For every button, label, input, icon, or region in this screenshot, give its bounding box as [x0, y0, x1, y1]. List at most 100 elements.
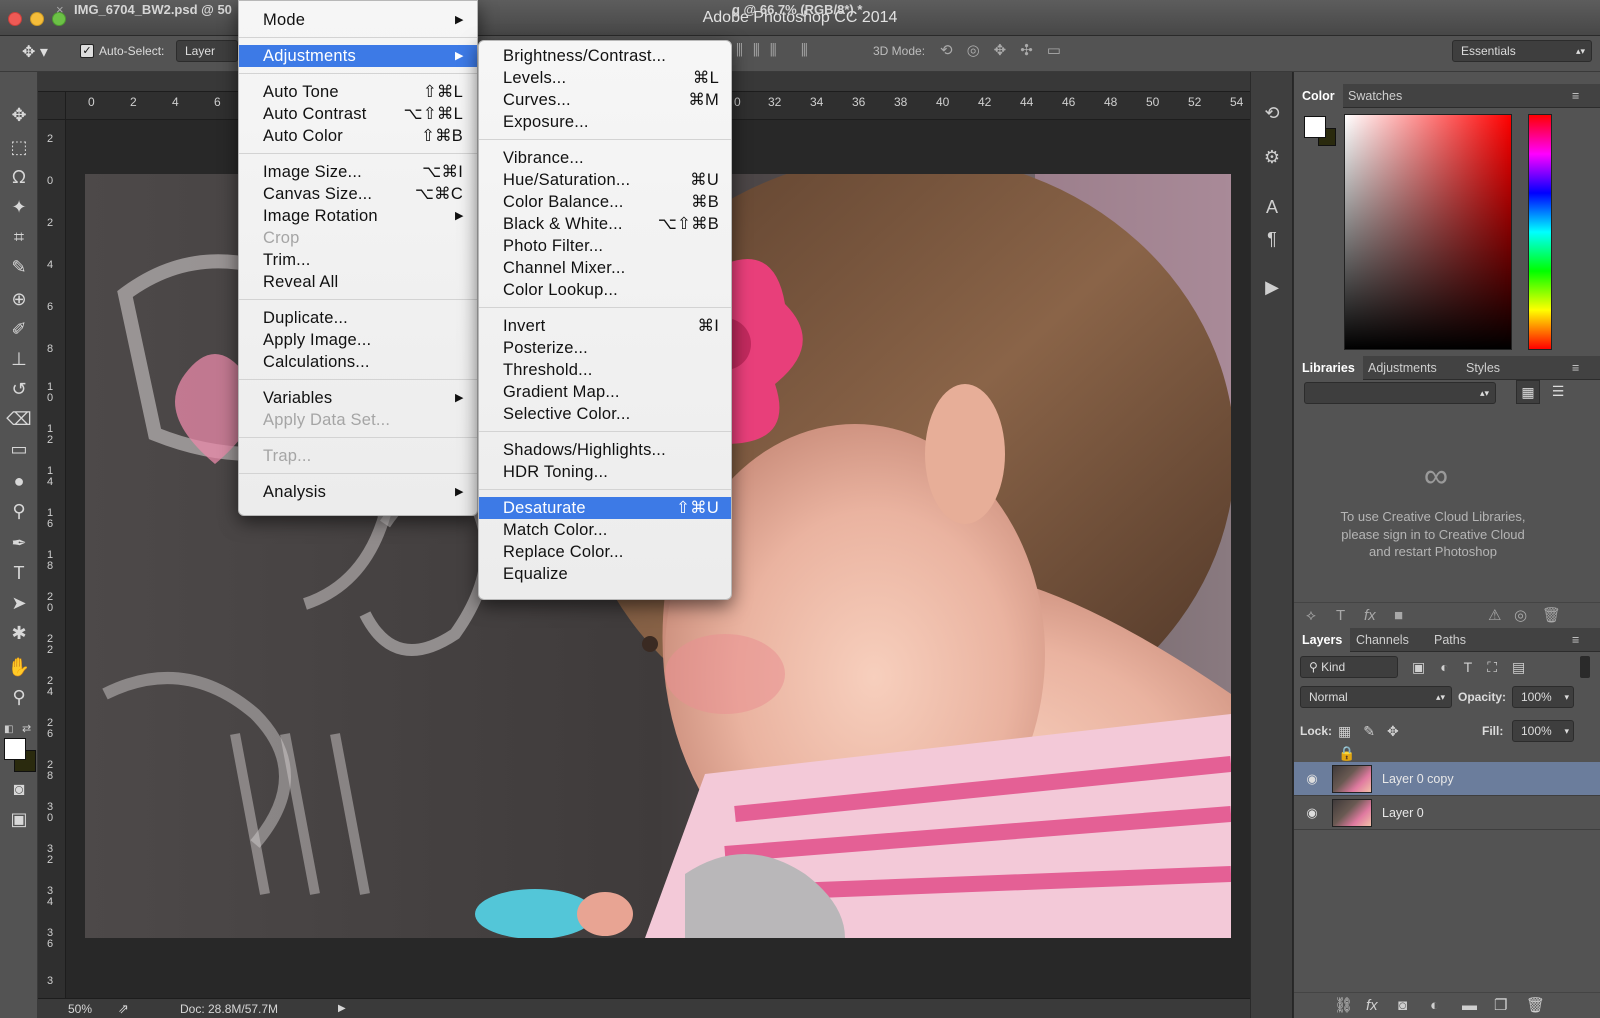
fg-color-swatch[interactable]	[1304, 116, 1326, 138]
link-layers-icon[interactable]: ⛓	[1334, 993, 1353, 1018]
layer-style-icon[interactable]: fx	[1366, 993, 1378, 1018]
grid-view-icon[interactable]: ▦	[1516, 380, 1540, 404]
properties-panel-icon[interactable]: ⚙	[1261, 146, 1283, 168]
auto-select-checkbox[interactable]: ✓	[80, 44, 94, 58]
adjustment-layer-icon[interactable]: ◐	[1430, 993, 1439, 1018]
menu-item-color-balance[interactable]: Color Balance... ⌘B	[479, 191, 731, 213]
menu-item-hue-saturation[interactable]: Hue/Saturation... ⌘U	[479, 169, 731, 191]
menu-item-invert[interactable]: Invert ⌘I	[479, 315, 731, 337]
layer-row[interactable]: ◉ Layer 0 copy	[1294, 762, 1600, 796]
sync-icon[interactable]: ◎	[1514, 603, 1527, 629]
menu-item-canvas-size[interactable]: Canvas Size... ⌥⌘C	[239, 183, 477, 205]
menu-item-selective-color[interactable]: Selective Color...	[479, 403, 731, 425]
menu-item-apply-image[interactable]: Apply Image...	[239, 329, 477, 351]
brush-tool-icon[interactable]: ✐	[6, 316, 32, 342]
move-tool-preset-icon[interactable]: ✥ ▾	[22, 42, 62, 64]
paragraph-panel-icon[interactable]: ¶	[1261, 228, 1283, 250]
workspace-switcher[interactable]: Essentials ▴▾	[1452, 40, 1592, 62]
type-tool-icon[interactable]: T	[6, 560, 32, 586]
fill-input[interactable]: 100% ▾	[1512, 720, 1574, 742]
export-icon[interactable]: ⇗	[118, 999, 129, 1018]
marquee-tool-icon[interactable]: ⬚	[6, 134, 32, 160]
quick-mask-icon[interactable]: ◙	[6, 776, 32, 802]
menu-item-levels[interactable]: Levels... ⌘L	[479, 67, 731, 89]
menu-item-image-rotation[interactable]: Image Rotation ▶	[239, 205, 477, 227]
menu-item-adjustments[interactable]: Adjustments ▶	[239, 45, 477, 67]
menu-item-black-white[interactable]: Black & White... ⌥⇧⌘B	[479, 213, 731, 235]
path-selection-tool-icon[interactable]: ➤	[6, 590, 32, 616]
zoom-tool-icon[interactable]: ⚲	[6, 684, 32, 710]
menu-item-threshold[interactable]: Threshold...	[479, 359, 731, 381]
menu-item-image-size[interactable]: Image Size... ⌥⌘I	[239, 161, 477, 183]
visibility-eye-icon[interactable]: ◉	[1304, 805, 1320, 821]
screen-mode-icon[interactable]: ▣	[6, 806, 32, 832]
library-select[interactable]: ▴▾	[1304, 382, 1496, 404]
auto-select-target-dropdown[interactable]: Layer	[176, 40, 238, 62]
clone-stamp-tool-icon[interactable]: ⊥	[6, 346, 32, 372]
eraser-tool-icon[interactable]: ⌫	[6, 406, 32, 432]
hue-slider[interactable]	[1528, 114, 1552, 350]
lasso-tool-icon[interactable]: ᘯ	[6, 164, 32, 190]
panel-menu-icon[interactable]: ≡	[1572, 628, 1579, 652]
panel-menu-icon[interactable]: ≡	[1572, 84, 1579, 108]
menu-item-gradient-map[interactable]: Gradient Map...	[479, 381, 731, 403]
blend-mode-dropdown[interactable]: Normal ▴▾	[1300, 686, 1452, 708]
menu-item-analysis[interactable]: Analysis ▶	[239, 481, 477, 503]
status-menu-arrow-icon[interactable]: ▶	[338, 999, 346, 1018]
default-colors-icon[interactable]: ◧	[4, 724, 18, 735]
filter-toggle[interactable]	[1580, 656, 1590, 678]
ruler-origin[interactable]	[38, 92, 66, 120]
menu-item-posterize[interactable]: Posterize...	[479, 337, 731, 359]
history-panel-icon[interactable]: ⟲	[1261, 102, 1283, 124]
shape-tool-icon[interactable]: ✱	[6, 620, 32, 646]
blur-tool-icon[interactable]: ●	[6, 468, 32, 494]
menu-item-trim[interactable]: Trim...	[239, 249, 477, 271]
visibility-eye-icon[interactable]: ◉	[1304, 771, 1320, 787]
menu-item-duplicate[interactable]: Duplicate...	[239, 307, 477, 329]
zoom-level[interactable]: 50%	[68, 999, 92, 1018]
add-text-icon[interactable]: T	[1336, 603, 1345, 629]
character-panel-icon[interactable]: A	[1261, 196, 1283, 218]
eyedropper-tool-icon[interactable]: ✎	[6, 254, 32, 280]
actions-panel-icon[interactable]: ▶	[1261, 276, 1283, 298]
document-tab-1[interactable]: IMG_6704_BW2.psd @ 50	[74, 0, 232, 20]
tab-color[interactable]: Color	[1294, 84, 1343, 108]
menu-item-shadows-highlights[interactable]: Shadows/Highlights...	[479, 439, 731, 461]
foreground-color-swatch[interactable]	[4, 738, 26, 760]
layer-filter-kind[interactable]: ⚲ Kind	[1300, 656, 1398, 678]
healing-brush-tool-icon[interactable]: ⊕	[6, 286, 32, 312]
menu-item-vibrance[interactable]: Vibrance...	[479, 147, 731, 169]
menu-item-mode[interactable]: Mode ▶	[239, 9, 477, 31]
dodge-tool-icon[interactable]: ⚲	[6, 498, 32, 524]
menu-item-curves[interactable]: Curves... ⌘M	[479, 89, 731, 111]
tab-styles[interactable]: Styles	[1458, 356, 1508, 380]
move-tool-icon[interactable]: ✥	[6, 102, 32, 128]
new-layer-icon[interactable]: ❐	[1494, 993, 1507, 1018]
menu-item-brightness-contrast[interactable]: Brightness/Contrast...	[479, 45, 731, 67]
3d-mode-icons[interactable]: ⟲◎✥✣▭	[940, 40, 1090, 62]
menu-item-channel-mixer[interactable]: Channel Mixer...	[479, 257, 731, 279]
menu-item-photo-filter[interactable]: Photo Filter...	[479, 235, 731, 257]
tab-adjustments[interactable]: Adjustments	[1360, 356, 1445, 380]
history-brush-tool-icon[interactable]: ↺	[6, 376, 32, 402]
panel-menu-icon[interactable]: ≡	[1572, 356, 1579, 380]
menu-item-hdr-toning[interactable]: HDR Toning...	[479, 461, 731, 483]
menu-item-reveal-all[interactable]: Reveal All	[239, 271, 477, 293]
warning-icon[interactable]: ⚠	[1488, 603, 1501, 629]
crop-tool-icon[interactable]: ⌗	[6, 224, 32, 250]
tab-libraries[interactable]: Libraries	[1294, 356, 1363, 380]
menu-item-color-lookup[interactable]: Color Lookup...	[479, 279, 731, 301]
tab-channels[interactable]: Channels	[1348, 628, 1417, 652]
menu-item-auto-contrast[interactable]: Auto Contrast ⌥⇧⌘L	[239, 103, 477, 125]
tab-layers[interactable]: Layers	[1294, 628, 1351, 652]
delete-layer-icon[interactable]: 🗑	[1526, 993, 1545, 1018]
add-color-icon[interactable]: ■	[1394, 603, 1403, 629]
document-tab-2[interactable]: g @ 66.7% (RGB/8*) *	[732, 0, 862, 20]
distribute-icons[interactable]: ⫼⫼⫼ ⫼	[736, 40, 846, 62]
layer-row[interactable]: ◉ Layer 0	[1294, 796, 1600, 830]
swap-colors-icon[interactable]: ⇄	[22, 722, 36, 735]
menu-item-calculations[interactable]: Calculations...	[239, 351, 477, 373]
color-field[interactable]	[1344, 114, 1512, 350]
list-view-icon[interactable]: ☰	[1546, 380, 1570, 404]
menu-item-exposure[interactable]: Exposure...	[479, 111, 731, 133]
